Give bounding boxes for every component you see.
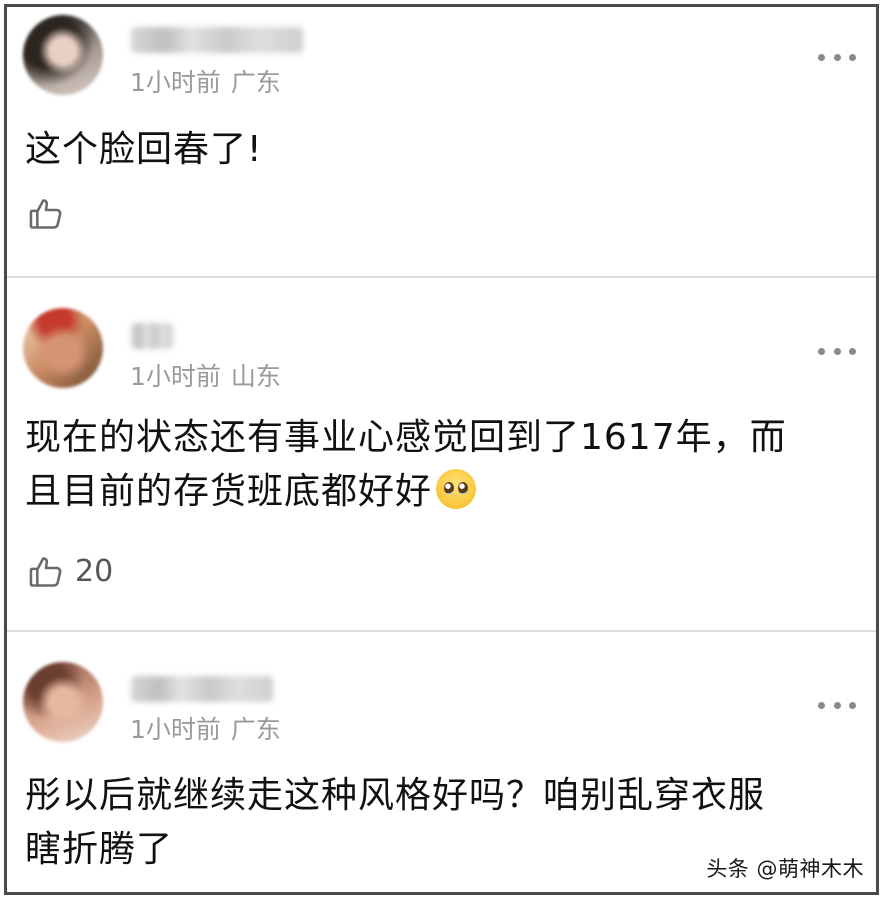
pleading-face-emoji-icon [436,469,477,509]
comment-item: 1小时前 广东 这个脸回春了! [7,7,876,276]
comment-item: 1小时前 山东 现在的状态还有事业心感觉回到了1617年，而 且目前的存货班底都好… [7,278,876,630]
comment-text-segment: 且目前的存货班底都好好 [25,471,433,512]
comment-time: 1小时前 [130,68,221,97]
avatar[interactable] [23,308,103,388]
comment-meta: 1小时前 山东 [130,362,281,392]
comment-time: 1小时前 [130,362,221,391]
more-dots-icon[interactable] [818,346,856,356]
avatar[interactable] [23,15,103,95]
thumbs-up-icon [29,199,62,229]
comment-location: 广东 [230,68,281,97]
watermark: 头条 @萌神木木 [706,857,864,881]
comment-location: 广东 [230,715,281,744]
avatar[interactable] [23,662,103,742]
comment-time: 1小时前 [130,715,221,744]
comment-text: 现在的状态还有事业心感觉回到了1617年，而 且目前的存货班底都好好 [25,411,860,519]
comment-text-line: 现在的状态还有事业心感觉回到了1617年，而 [25,417,787,458]
like-count: 20 [75,554,114,589]
comment-list: 1小时前 广东 这个脸回春了! 1小时前 山东 现在的状态还有事业心感觉回到了161… [4,4,879,895]
username-blurred[interactable] [131,27,303,53]
comment-text: 这个脸回春了! [25,129,263,170]
comment-text-line: 彤以后就继续走这种风格好吗？咱别乱穿衣服 [25,775,766,816]
comment-text-line-2: 且目前的存货班底都好好 [25,465,860,519]
more-dots-icon[interactable] [818,700,856,710]
comment-meta: 1小时前 广东 [130,715,281,745]
like-button[interactable] [27,195,65,233]
comment-meta: 1小时前 广东 [130,68,281,98]
username-blurred[interactable] [131,323,173,349]
thumbs-up-icon [29,557,62,587]
more-dots-icon[interactable] [818,52,856,62]
username-blurred[interactable] [131,676,273,702]
comment-location: 山东 [230,362,281,391]
like-button[interactable]: 20 [27,553,113,591]
